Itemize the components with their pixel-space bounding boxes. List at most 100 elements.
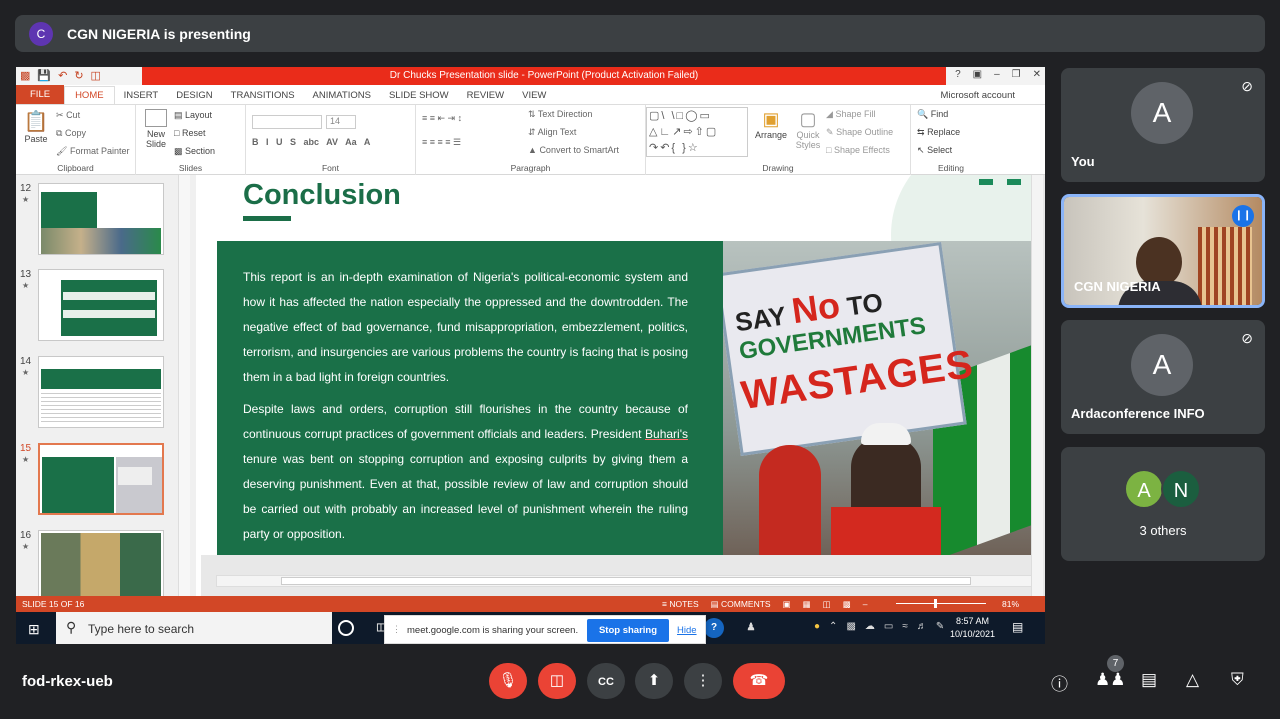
redo-icon[interactable]: ↻ — [74, 69, 83, 82]
thumbnails-scrollbar[interactable] — [178, 175, 190, 598]
minimize-icon[interactable]: – — [994, 69, 1000, 80]
tab-view[interactable]: VIEW — [513, 90, 555, 104]
align-buttons[interactable]: ≡ ≡ ≡ ≡ ☰ — [422, 137, 461, 148]
zoom-slider[interactable] — [896, 603, 986, 604]
tab-home[interactable]: HOME — [64, 86, 115, 104]
cut-button[interactable]: ✂ Cut — [56, 110, 80, 121]
protest-photo[interactable]: SAY No TO GOVERNMENTS WASTAGES — [723, 241, 1031, 555]
format-painter-button[interactable]: 🖌 Format Painter — [56, 146, 129, 157]
slide-text-box[interactable]: This report is an in-depth examination o… — [217, 241, 723, 555]
ribbon-display-icon[interactable]: ▣ — [973, 69, 982, 80]
captions-button[interactable]: CC — [587, 663, 625, 699]
list-buttons[interactable]: ≡ ≡ ⇤ ⇥ ↕ — [422, 113, 462, 124]
help-icon[interactable]: ? — [955, 69, 961, 80]
paste-button[interactable]: 📋 Paste — [22, 109, 50, 144]
meeting-details-button[interactable]: ⓘ — [1051, 670, 1068, 695]
participant-tile-ardaconference[interactable]: A ⊘ Ardaconference INFO — [1061, 320, 1265, 434]
slide-title[interactable]: Conclusion — [243, 179, 401, 212]
tab-design[interactable]: DESIGN — [167, 90, 221, 104]
font-format-buttons[interactable]: B I U S abc AV Aa A — [252, 137, 370, 147]
stop-sharing-button[interactable]: Stop sharing — [587, 619, 669, 642]
reading-view-icon[interactable]: ◫ — [823, 599, 831, 610]
font-name-select[interactable] — [252, 115, 322, 129]
curtain — [1198, 227, 1252, 305]
shape-fill-button[interactable]: ◢ Shape Fill — [826, 109, 875, 120]
participant-tile-others[interactable]: A N 3 others — [1061, 447, 1265, 561]
shape-outline-button[interactable]: ✎ Shape Outline — [826, 127, 893, 138]
search-placeholder: Type here to search — [88, 622, 195, 636]
pen-icon[interactable]: ✎ — [936, 621, 944, 632]
help-icon[interactable]: ? — [704, 618, 724, 638]
hide-button[interactable]: Hide — [677, 625, 697, 636]
shapes-gallery[interactable]: ▢\ \□◯▭ △∟↗⇨⇧▢ ↷↶{ }☆ — [646, 107, 748, 157]
participant-tile-you[interactable]: A ⊘ You — [1061, 68, 1265, 182]
thumbnail-image — [38, 443, 164, 515]
scrollbar-thumb[interactable] — [281, 577, 971, 585]
shape-effects-button[interactable]: □ Shape Effects — [826, 145, 890, 155]
present-button[interactable]: ⬆ — [635, 663, 673, 699]
more-options-button[interactable]: ⋮ — [684, 663, 722, 699]
tray-app-icon[interactable]: ▩ — [846, 621, 855, 632]
comments-button[interactable]: ▤ COMMENTS — [711, 599, 771, 610]
cortana-icon[interactable] — [338, 620, 354, 636]
current-slide[interactable]: Conclusion This report is an in-depth ex… — [201, 175, 1031, 555]
taskbar-search[interactable]: ⚲ Type here to search — [56, 612, 332, 644]
present-from-start-icon[interactable]: ◫ — [91, 69, 101, 82]
restore-icon[interactable]: ❐ — [1012, 69, 1021, 80]
leave-call-button[interactable]: ☎ — [733, 663, 785, 699]
volume-icon[interactable]: ♬ — [917, 621, 927, 632]
vertical-scrollbar[interactable] — [1031, 175, 1043, 598]
text-direction-button[interactable]: ⇅ Text Direction — [528, 109, 592, 120]
copy-button[interactable]: ⧉ Copy — [56, 128, 86, 139]
layout-button[interactable]: ▤ Layout — [174, 110, 212, 121]
people-icon[interactable]: ♟ — [741, 618, 761, 638]
tab-slide-show[interactable]: SLIDE SHOW — [380, 90, 458, 104]
chat-button[interactable]: ▤ — [1141, 670, 1157, 690]
wifi-icon[interactable]: ≈ — [902, 621, 908, 632]
tab-animations[interactable]: ANIMATIONS — [304, 90, 380, 104]
mic-toggle-button[interactable]: 🎙 — [489, 663, 527, 699]
save-icon[interactable]: 💾 — [37, 69, 51, 82]
new-slide-button[interactable]: New Slide — [140, 109, 172, 149]
quick-styles-button[interactable]: ▢ Quick Styles — [791, 109, 825, 150]
font-size-select[interactable]: 14 — [326, 115, 356, 129]
notes-button[interactable]: ≡ NOTES — [662, 599, 699, 610]
arrange-button[interactable]: ▣ Arrange — [754, 109, 788, 140]
slide-sorter-icon[interactable]: ▦ — [803, 599, 811, 610]
show-hidden-icon[interactable]: ⌃ — [829, 621, 837, 632]
slide-number: 14 — [20, 356, 32, 367]
section-button[interactable]: ▩ Section — [174, 146, 215, 157]
weather-icon[interactable]: ● — [814, 621, 820, 632]
activities-button[interactable]: △ — [1186, 670, 1199, 690]
taskbar-clock[interactable]: 8:57 AM 10/10/2021 — [950, 615, 995, 641]
select-button[interactable]: ↖ Select — [917, 145, 952, 156]
people-button[interactable]: ♟♟ — [1095, 670, 1125, 690]
normal-view-icon[interactable]: ▣ — [783, 599, 791, 610]
undo-icon[interactable]: ↶ — [58, 69, 67, 82]
notifications-icon[interactable]: ▤ — [1012, 620, 1023, 634]
close-icon[interactable]: ✕ — [1033, 69, 1041, 80]
windows-start-icon[interactable]: ⊞ — [28, 621, 40, 638]
zoom-level[interactable]: 81% — [1002, 599, 1019, 609]
reset-button[interactable]: □ Reset — [174, 128, 205, 138]
tab-insert[interactable]: INSERT — [115, 90, 168, 104]
horizontal-scrollbar[interactable] — [216, 575, 1036, 587]
align-text-button[interactable]: ⇵ Align Text — [528, 127, 576, 138]
battery-icon[interactable]: ▭ — [884, 621, 893, 632]
hangup-icon: ☎ — [749, 672, 769, 689]
zoom-slider-thumb[interactable] — [934, 599, 937, 608]
tab-file[interactable]: FILE — [16, 85, 65, 104]
find-button[interactable]: 🔍 Find — [917, 109, 948, 120]
convert-smartart-button[interactable]: ▲ Convert to SmartArt — [528, 145, 619, 155]
account-button[interactable]: Microsoft account — [932, 90, 1045, 104]
replace-button[interactable]: ⇆ Replace — [917, 127, 960, 138]
tab-transitions[interactable]: TRANSITIONS — [222, 90, 304, 104]
zoom-out-icon[interactable]: – — [863, 599, 868, 610]
cloud-icon[interactable]: ☁ — [865, 621, 875, 632]
camera-toggle-button[interactable]: ◫ — [538, 663, 576, 699]
tab-review[interactable]: REVIEW — [458, 90, 513, 104]
slideshow-icon[interactable]: ▩ — [843, 599, 851, 610]
participant-tile-cgn-nigeria[interactable]: ❙❙ CGN NIGERIA — [1061, 194, 1265, 308]
drag-handle-icon[interactable]: ⋮ — [392, 624, 401, 635]
host-controls-button[interactable]: ⛨ — [1231, 670, 1244, 690]
